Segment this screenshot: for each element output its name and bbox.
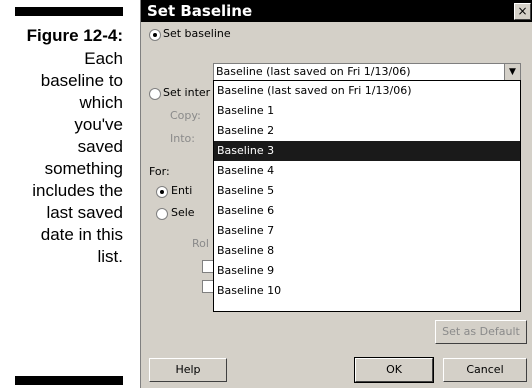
- list-item-selected[interactable]: Baseline 3: [214, 141, 520, 161]
- into-label: Into:: [170, 132, 195, 145]
- set-interim-radio[interactable]: [149, 88, 161, 100]
- list-item[interactable]: Baseline 10: [214, 281, 520, 301]
- list-item[interactable]: Baseline 2: [214, 121, 520, 141]
- selected-tasks-label: Sele: [171, 206, 195, 219]
- list-item[interactable]: Baseline 9: [214, 261, 520, 281]
- list-item[interactable]: Baseline 6: [214, 201, 520, 221]
- entire-project-radio[interactable]: [156, 186, 168, 198]
- dialog-title: Set Baseline: [147, 2, 253, 20]
- entire-project-label: Enti: [171, 184, 193, 197]
- list-item[interactable]: Baseline (last saved on Fri 1/13/06): [214, 81, 520, 101]
- caption-bottom-rule: [15, 376, 123, 385]
- set-baseline-dialog: Set Baseline × Set baseline Baseline (la…: [140, 0, 532, 388]
- caption-top-rule: [15, 7, 123, 16]
- baseline-dropdown-list[interactable]: Baseline (last saved on Fri 1/13/06) Bas…: [213, 80, 521, 312]
- list-item[interactable]: Baseline 4: [214, 161, 520, 181]
- figure-label: Figure 12-4:: [26, 26, 123, 45]
- set-baseline-radio[interactable]: [149, 29, 161, 41]
- rollup-label: Rol: [192, 237, 209, 250]
- figure-caption: Each baseline to which you've saved some…: [32, 49, 123, 266]
- close-icon[interactable]: ×: [514, 3, 531, 20]
- for-label: For:: [149, 165, 170, 178]
- ok-button[interactable]: OK: [354, 357, 434, 383]
- help-button[interactable]: Help: [149, 358, 227, 382]
- list-item[interactable]: Baseline 7: [214, 221, 520, 241]
- chevron-down-icon[interactable]: ▼: [504, 64, 520, 80]
- list-item[interactable]: Baseline 5: [214, 181, 520, 201]
- baseline-combo[interactable]: Baseline (last saved on Fri 1/13/06) ▼: [213, 63, 521, 81]
- title-bar: Set Baseline ×: [141, 0, 532, 22]
- baseline-combo-value: Baseline (last saved on Fri 1/13/06): [216, 65, 411, 78]
- copy-label: Copy:: [170, 109, 201, 122]
- list-item[interactable]: Baseline 8: [214, 241, 520, 261]
- set-interim-label: Set inter: [163, 86, 211, 99]
- cancel-button[interactable]: Cancel: [443, 358, 527, 382]
- selected-tasks-radio[interactable]: [156, 208, 168, 220]
- set-as-default-button[interactable]: Set as Default: [435, 320, 527, 344]
- list-item[interactable]: Baseline 1: [214, 101, 520, 121]
- set-baseline-label: Set baseline: [163, 27, 231, 40]
